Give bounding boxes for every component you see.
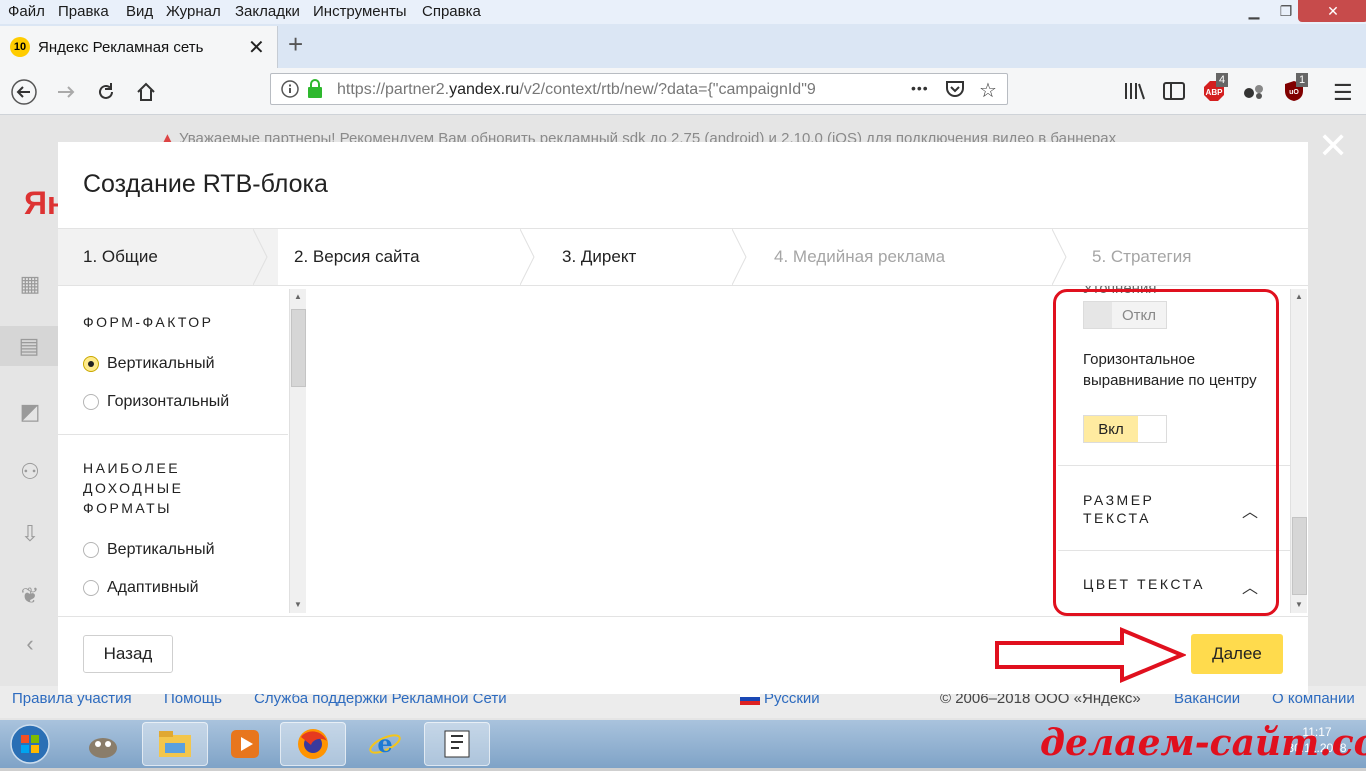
modal-title: Создание RTB-блока xyxy=(83,170,328,198)
yandex-favicon-icon: 10 xyxy=(10,37,30,57)
hamburger-menu-icon[interactable]: ☰ xyxy=(1333,80,1353,106)
russia-flag-icon xyxy=(740,693,760,706)
scroll-down-icon[interactable]: ▼ xyxy=(1291,597,1307,613)
sidebar-toggle-icon[interactable] xyxy=(1163,82,1185,105)
pocket-icon[interactable] xyxy=(945,79,965,104)
tab-strip: 10 Яндекс Рекламная сеть ✕ + xyxy=(0,24,1366,68)
internet-explorer-icon[interactable]: e xyxy=(352,722,418,766)
step-direct[interactable]: 3. Директ xyxy=(562,229,636,285)
step-general[interactable]: 1. Общие xyxy=(58,229,278,285)
new-tab-icon[interactable]: + xyxy=(288,29,303,60)
radio-label: Вертикальный xyxy=(107,355,215,372)
collapse-chevron-icon[interactable]: ‹ xyxy=(10,624,50,664)
radio-form-factor-vertical[interactable]: Вертикальный xyxy=(83,353,215,375)
explorer-icon[interactable] xyxy=(142,722,208,766)
left-pane-scrollbar[interactable]: ▲ ▼ xyxy=(289,289,306,613)
profitable-formats-title: НАИБОЛЕЕ ДОХОДНЫЕ ФОРМАТЫ xyxy=(83,458,184,518)
title-line: ДОХОДНЫЕ xyxy=(83,480,184,496)
radio-form-factor-horizontal[interactable]: Горизонтальный xyxy=(83,391,229,413)
import-icon[interactable]: ⇩ xyxy=(10,514,50,554)
wizard-steps: 1. Общие 2. Версия сайта 3. Директ 4. Ме… xyxy=(58,228,1308,286)
radio-format-vertical[interactable]: Вертикальный xyxy=(83,539,215,561)
menu-help[interactable]: Справка xyxy=(422,3,481,20)
page-actions-icon[interactable]: ••• xyxy=(911,80,929,96)
firefox-icon[interactable] xyxy=(280,722,346,766)
modal-close-icon[interactable]: ✕ xyxy=(1318,128,1348,164)
menu-tools[interactable]: Инструменты xyxy=(313,3,407,20)
tab-yandex[interactable]: 10 Яндекс Рекламная сеть ✕ xyxy=(0,26,278,68)
resources-icon[interactable]: ▤ xyxy=(0,326,58,366)
moderation-icon[interactable]: ◩ xyxy=(10,392,50,432)
watermark: делаем-сайт.com xyxy=(1040,722,1366,764)
scroll-thumb[interactable] xyxy=(291,309,306,387)
radio-selected-icon xyxy=(83,356,99,372)
menu-history[interactable]: Журнал xyxy=(166,3,221,20)
step-strategy[interactable]: 5. Стратегия xyxy=(1092,229,1191,285)
form-factor-title: ФОРМ-ФАКТОР xyxy=(83,314,214,330)
start-button-icon[interactable] xyxy=(6,722,54,766)
svg-text:e: e xyxy=(377,729,392,758)
gimp-icon[interactable] xyxy=(70,722,136,766)
info-icon[interactable] xyxy=(281,80,299,103)
menu-edit[interactable]: Правка xyxy=(58,3,109,20)
step-separator-icon xyxy=(732,229,747,285)
scroll-down-icon[interactable]: ▼ xyxy=(290,597,306,613)
radio-empty-icon xyxy=(83,542,99,558)
step-site-version[interactable]: 2. Версия сайта xyxy=(294,229,420,285)
title-line: ФОРМАТЫ xyxy=(83,500,173,516)
home-icon[interactable] xyxy=(130,76,162,108)
step-separator-icon xyxy=(1052,229,1067,285)
menu-bookmarks[interactable]: Закладки xyxy=(235,3,300,20)
radio-empty-icon xyxy=(83,580,99,596)
media-player-icon[interactable] xyxy=(212,722,278,766)
menu-view[interactable]: Вид xyxy=(126,3,153,20)
ublock-count-badge: 1 xyxy=(1296,73,1309,87)
app-icon[interactable] xyxy=(424,722,490,766)
bookmark-star-icon[interactable]: ☆ xyxy=(979,78,997,103)
next-button[interactable]: Далее xyxy=(1191,634,1283,674)
adblock-count-badge: 4 xyxy=(1216,73,1229,87)
lock-icon xyxy=(307,79,323,104)
modal-footer-divider xyxy=(58,616,1308,617)
back-button[interactable]: Назад xyxy=(83,635,173,673)
menu-bar: Файл Правка Вид Журнал Закладки Инструме… xyxy=(0,0,1366,24)
step-media-ads[interactable]: 4. Медийная реклама xyxy=(774,229,945,285)
menu-file[interactable]: Файл xyxy=(8,3,45,20)
divider xyxy=(58,434,288,435)
navigation-bar: https://partner2.yandex.ru/v2/context/rt… xyxy=(0,68,1366,115)
radio-label: Горизонтальный xyxy=(107,393,230,410)
window-close-icon[interactable]: ✕ xyxy=(1298,0,1366,22)
radio-format-adaptive[interactable]: Адаптивный xyxy=(83,577,199,599)
extension-dots-icon[interactable] xyxy=(1243,82,1265,105)
left-settings-pane: ФОРМ-ФАКТОР Вертикальный Горизонтальный … xyxy=(58,286,306,616)
svg-text:uO: uO xyxy=(1289,89,1299,96)
scroll-thumb[interactable] xyxy=(1292,517,1307,595)
radio-empty-icon xyxy=(83,394,99,410)
back-arrow-icon[interactable] xyxy=(8,76,40,108)
leaf-icon[interactable]: ❦ xyxy=(10,576,50,616)
radio-label: Адаптивный xyxy=(107,579,199,596)
dashboard-icon[interactable]: ▦ xyxy=(10,264,50,304)
highlight-box xyxy=(1053,289,1279,616)
url-text[interactable]: https://partner2.yandex.ru/v2/context/rt… xyxy=(337,81,877,99)
right-pane-scrollbar[interactable]: ▲ ▼ xyxy=(1290,289,1307,613)
add-user-icon[interactable]: ⚇ xyxy=(10,452,50,492)
arrow-annotation-icon xyxy=(995,627,1186,683)
scroll-up-icon[interactable]: ▲ xyxy=(1291,289,1307,305)
svg-text:ABP: ABP xyxy=(1206,88,1224,97)
forward-arrow-icon[interactable] xyxy=(50,76,82,108)
tab-title: Яндекс Рекламная сеть xyxy=(38,39,204,56)
step-separator-icon xyxy=(253,229,268,285)
library-icon[interactable] xyxy=(1124,82,1146,105)
reload-icon[interactable] xyxy=(90,76,122,108)
title-line: НАИБОЛЕЕ xyxy=(83,460,181,476)
radio-label: Вертикальный xyxy=(107,541,215,558)
step-separator-icon xyxy=(520,229,535,285)
tab-close-icon[interactable]: ✕ xyxy=(248,35,265,60)
scroll-up-icon[interactable]: ▲ xyxy=(290,289,306,305)
url-bar[interactable]: https://partner2.yandex.ru/v2/context/rt… xyxy=(270,73,1008,105)
